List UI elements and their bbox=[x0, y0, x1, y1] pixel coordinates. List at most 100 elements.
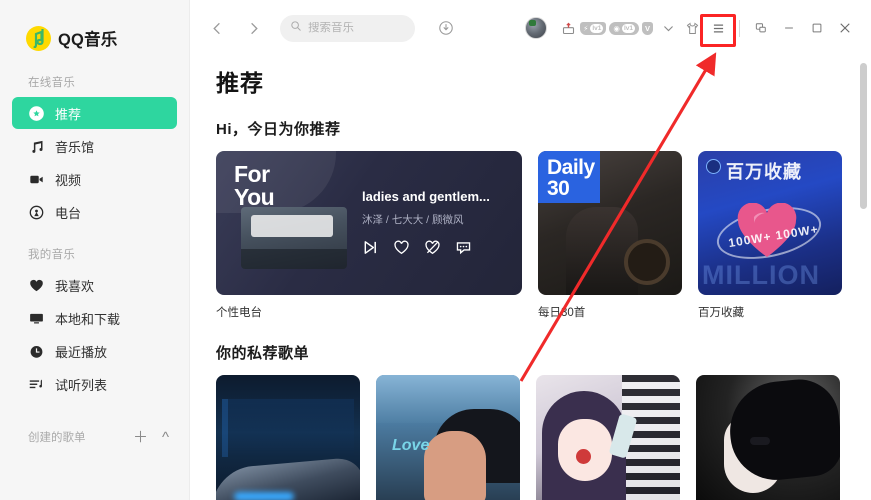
chevron-left-icon[interactable] bbox=[204, 15, 230, 41]
sidebar-item-label: 电台 bbox=[55, 205, 82, 221]
avatar[interactable] bbox=[525, 17, 548, 39]
minimize-icon[interactable] bbox=[775, 14, 803, 42]
search-box[interactable] bbox=[280, 14, 415, 42]
content-scroll-area: 推荐 Hi，今日为你推荐 For You ladies and gentlem.… bbox=[190, 56, 871, 500]
for-you-line2: You bbox=[234, 184, 275, 210]
sidebar-item-radio[interactable]: 电台 bbox=[12, 196, 177, 228]
card-caption: 个性电台 bbox=[216, 307, 262, 319]
daily-30-artwork: Daily 30 bbox=[538, 151, 682, 295]
playlist-card-anime-boy[interactable] bbox=[696, 375, 840, 500]
globe-icon bbox=[706, 159, 721, 174]
sidebar-item-local-downloads[interactable]: 本地和下载 bbox=[12, 302, 177, 334]
mini-window-icon[interactable] bbox=[747, 14, 775, 42]
chevron-up-icon[interactable]: ^ bbox=[162, 430, 169, 445]
thumb-bottom-decor bbox=[241, 249, 347, 269]
million-collection-card[interactable]: 百万收藏 100W+ 100W+ MILLION 百万收藏 bbox=[698, 151, 842, 320]
sidebar-item-label: 本地和下载 bbox=[55, 311, 121, 327]
sidebar-item-label: 试听列表 bbox=[55, 377, 108, 393]
sidebar-item-music-hall[interactable]: 音乐馆 bbox=[12, 130, 177, 162]
sidebar-item-video[interactable]: 视频 bbox=[12, 163, 177, 195]
card-artwork bbox=[216, 375, 360, 500]
close-icon[interactable] bbox=[831, 14, 859, 42]
created-playlists-label: 创建的歌单 bbox=[28, 432, 86, 444]
hamburger-menu-icon[interactable] bbox=[706, 16, 730, 40]
chevron-down-icon[interactable] bbox=[656, 16, 680, 40]
app-logo[interactable]: QQ音乐 bbox=[0, 0, 189, 56]
hand-decor bbox=[424, 431, 486, 500]
qq-music-window: QQ音乐 在线音乐 推荐 音乐馆 视频 电台 我的音乐 我喜欢 本地和下载 最近… bbox=[0, 0, 871, 500]
sidebar: QQ音乐 在线音乐 推荐 音乐馆 视频 电台 我的音乐 我喜欢 本地和下载 最近… bbox=[0, 0, 190, 500]
car-glow-decor bbox=[234, 492, 294, 500]
million-collection-artwork: 百万收藏 100W+ 100W+ MILLION bbox=[698, 151, 842, 295]
app-title: QQ音乐 bbox=[58, 31, 118, 49]
sidebar-item-recommend[interactable]: 推荐 bbox=[12, 97, 177, 129]
daily-30-overlay-text: Daily 30 bbox=[547, 157, 595, 199]
music-vip-badge[interactable]: ◉ lv1 bbox=[609, 21, 639, 35]
plus-icon[interactable]: ＋ bbox=[133, 430, 148, 445]
cap-hand-artwork: Love bbox=[376, 375, 520, 500]
sidebar-item-label: 视频 bbox=[55, 172, 82, 188]
song-title: ladies and gentlem... bbox=[362, 189, 490, 204]
upload-box-icon[interactable] bbox=[556, 16, 580, 40]
scrollbar-thumb[interactable] bbox=[860, 63, 867, 209]
sidebar-item-preview-list[interactable]: 试听列表 bbox=[12, 368, 177, 400]
million-overlay-title: 百万收藏 bbox=[726, 162, 802, 182]
toolbar-divider bbox=[739, 19, 740, 37]
love-script-decor: Love bbox=[392, 437, 430, 454]
skin-shirt-icon[interactable] bbox=[680, 16, 704, 40]
video-camera-icon bbox=[28, 171, 44, 187]
comment-icon[interactable] bbox=[455, 239, 472, 256]
personal-radio-card[interactable]: For You ladies and gentlem... 沐泽 / 七大大 /… bbox=[216, 151, 522, 295]
music-vip-glyph: ◉ bbox=[613, 23, 620, 33]
sidebar-item-recent[interactable]: 最近播放 bbox=[12, 335, 177, 367]
hamburger-menu-button[interactable] bbox=[706, 16, 730, 40]
heart-slash-icon[interactable] bbox=[424, 239, 441, 256]
v-shield-badge[interactable]: V bbox=[641, 21, 653, 35]
star-badge-icon bbox=[28, 105, 44, 121]
daily-line1: Daily bbox=[547, 156, 595, 179]
card-artwork bbox=[536, 375, 680, 500]
content-scrollbar[interactable] bbox=[860, 56, 867, 500]
eye-decor bbox=[750, 437, 770, 445]
sidebar-group-title-mymusic: 我的音乐 bbox=[28, 249, 76, 261]
maximize-icon[interactable] bbox=[803, 14, 831, 42]
for-you-line1: For bbox=[234, 161, 270, 187]
artwork-guitar-decor bbox=[624, 239, 670, 285]
card-artwork bbox=[696, 375, 840, 500]
mouth-decor bbox=[576, 449, 591, 464]
sidebar-item-favorites[interactable]: 我喜欢 bbox=[12, 269, 177, 301]
sidebar-group-title-online: 在线音乐 bbox=[28, 77, 76, 89]
featured-card-wrap: For You ladies and gentlem... 沐泽 / 七大大 /… bbox=[216, 151, 522, 320]
chevron-right-icon[interactable] bbox=[240, 15, 266, 41]
playlist-card-cap-hand[interactable]: Love bbox=[376, 375, 520, 500]
download-circle-icon[interactable] bbox=[433, 15, 459, 41]
card-artwork: 百万收藏 100W+ 100W+ MILLION bbox=[698, 151, 842, 295]
music-note-glyph bbox=[33, 28, 44, 48]
sidebar-item-label: 我喜欢 bbox=[55, 278, 95, 294]
play-next-icon[interactable] bbox=[362, 239, 379, 256]
badge-level: lv1 bbox=[621, 23, 635, 33]
neon-car-artwork bbox=[216, 375, 360, 500]
v-glyph: V bbox=[644, 23, 650, 33]
music-notes-icon bbox=[28, 138, 44, 154]
page-title: 推荐 bbox=[216, 70, 264, 96]
playlist-note-icon bbox=[28, 376, 44, 392]
clock-icon bbox=[28, 343, 44, 359]
for-you-badge: For You bbox=[234, 161, 275, 210]
playlist-card-anime-girl[interactable] bbox=[536, 375, 680, 500]
featured-card-actions bbox=[362, 239, 512, 256]
daily-30-card[interactable]: Daily 30 每日30首 bbox=[538, 151, 682, 320]
million-word-decor: MILLION bbox=[702, 260, 820, 290]
card-artwork: Daily 30 bbox=[538, 151, 682, 295]
section-title-private-playlists: 你的私荐歌单 bbox=[216, 345, 310, 362]
sidebar-item-label: 推荐 bbox=[55, 106, 82, 122]
song-artists: 沐泽 / 七大大 / 顾微风 bbox=[362, 214, 464, 226]
sidebar-item-label: 音乐馆 bbox=[55, 139, 95, 155]
search-input[interactable] bbox=[308, 22, 405, 34]
playlist-card-neon-car[interactable] bbox=[216, 375, 360, 500]
anime-boy-artwork bbox=[696, 375, 840, 500]
heart-outline-icon[interactable] bbox=[393, 239, 410, 256]
lightning-vip-badge[interactable]: ⚡ lv1 bbox=[580, 21, 607, 35]
featured-card-info: ladies and gentlem... 沐泽 / 七大大 / 顾微风 bbox=[362, 189, 512, 256]
card-artwork: Love bbox=[376, 375, 520, 500]
